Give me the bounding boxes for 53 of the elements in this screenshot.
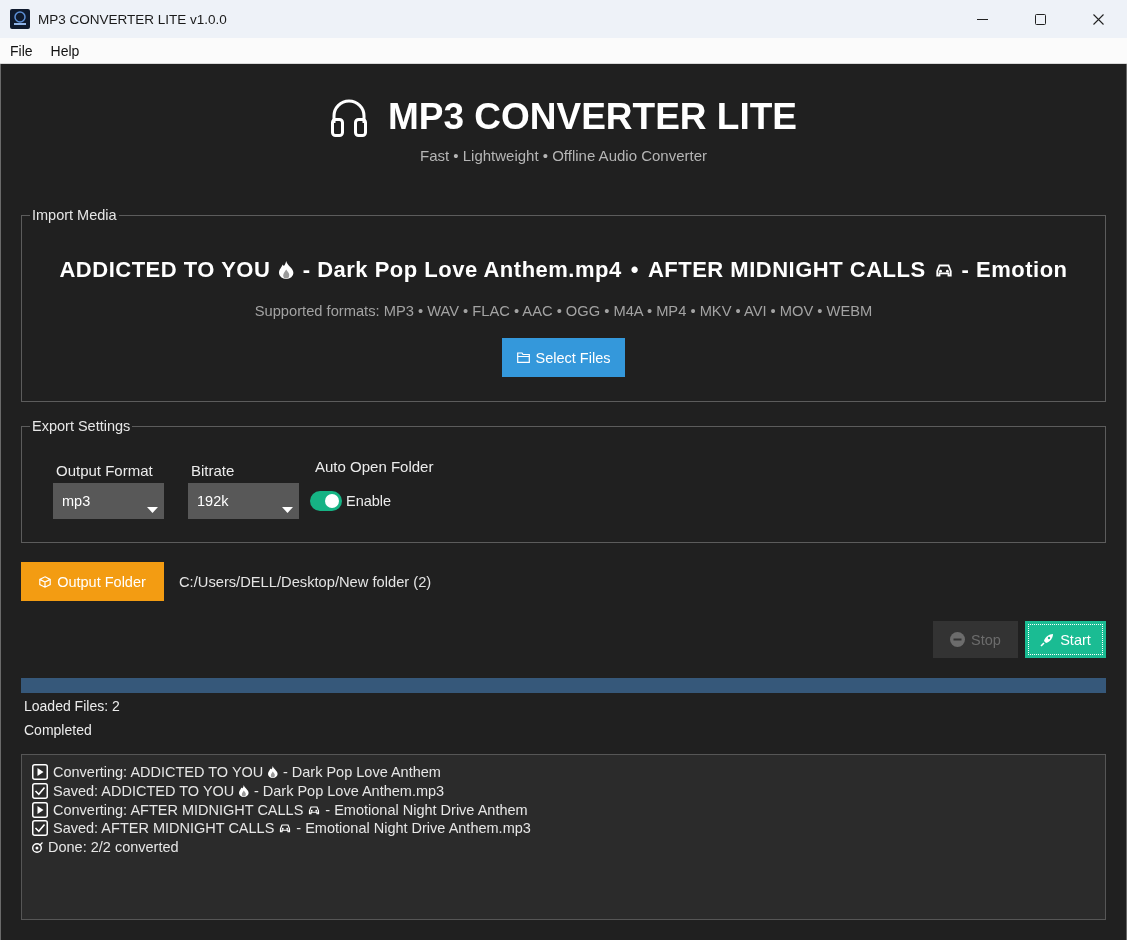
app-title: MP3 CONVERTER LITE — [387, 95, 798, 139]
file-name-text: - Emotion — [961, 257, 1068, 283]
minimize-icon[interactable] — [976, 18, 988, 20]
window-title: MP3 CONVERTER LITE v1.0.0 — [38, 11, 227, 27]
flame-icon — [279, 261, 294, 279]
panel-label: Export Settings — [31, 417, 132, 435]
status-text: Completed — [24, 721, 92, 740]
menu-item[interactable]: File — [10, 42, 33, 59]
file-name-text: ADDICTED TO YOU — [59, 257, 271, 283]
toggle-switch[interactable] — [310, 491, 342, 511]
log-text: Converting: AFTER MIDNIGHT CALLS — [53, 801, 304, 818]
loaded-files-text: Loaded Files: 2 — [24, 697, 120, 716]
caret-icon — [282, 507, 293, 513]
log-text: Converting: ADDICTED TO YOU — [53, 764, 264, 781]
file-name-text: - Dark Pop Love Anthem.mp4 — [302, 257, 622, 283]
bitrate-select[interactable]: 192k — [188, 483, 299, 519]
maximize-icon[interactable] — [1034, 13, 1046, 25]
app-logo-icon — [10, 9, 30, 29]
field-label: Auto Open Folder — [315, 458, 434, 476]
headphones-icon — [329, 97, 368, 137]
target-icon — [32, 841, 43, 853]
play-square-icon — [32, 764, 48, 781]
caret-icon — [147, 507, 158, 513]
folder-icon — [516, 352, 530, 363]
log-text: Saved: ADDICTED TO YOU — [53, 783, 235, 800]
log-text: - Emotional Night Drive Anthem — [325, 801, 528, 818]
box-icon — [39, 575, 52, 588]
check-square-icon — [32, 820, 48, 837]
toggle-label: Enable — [346, 493, 392, 509]
play-square-icon — [32, 801, 48, 818]
supported-formats-text: Supported formats: MP3 • WAV • FLAC • AAC • OGG • M4A • MP4 • MKV • AVI • MOV • WEBM — [254, 302, 873, 320]
panel-label: Import Media — [31, 206, 118, 224]
close-icon[interactable] — [1092, 13, 1104, 25]
car-icon — [279, 822, 292, 835]
car-icon — [308, 803, 321, 816]
log-text: Done: 2/2 converted — [48, 839, 179, 856]
check-square-icon — [32, 783, 48, 800]
app-subtitle: Fast • Lightweight • Offline Audio Converter — [419, 147, 707, 165]
log-text: - Emotional Night Drive Anthem.mp3 — [296, 820, 531, 837]
bullet-separator: • — [630, 257, 639, 283]
field-label: Output Format — [56, 462, 153, 480]
output-format-select[interactable]: mp3 — [53, 483, 164, 519]
rocket-icon — [1040, 632, 1055, 647]
minus-circle-icon — [950, 632, 966, 647]
field-label: Bitrate — [191, 462, 235, 480]
log-text: Saved: AFTER MIDNIGHT CALLS — [53, 820, 275, 837]
flame-icon — [268, 766, 278, 779]
menu-item[interactable]: Help — [50, 42, 80, 59]
log-text: - Dark Pop Love Anthem.mp3 — [253, 783, 445, 800]
output-path-text: C:/Users/DELL/Desktop/New folder (2) — [179, 573, 432, 590]
log-text: - Dark Pop Love Anthem — [282, 764, 441, 781]
flame-icon — [239, 785, 249, 798]
file-name-text: AFTER MIDNIGHT CALLS — [647, 257, 926, 283]
